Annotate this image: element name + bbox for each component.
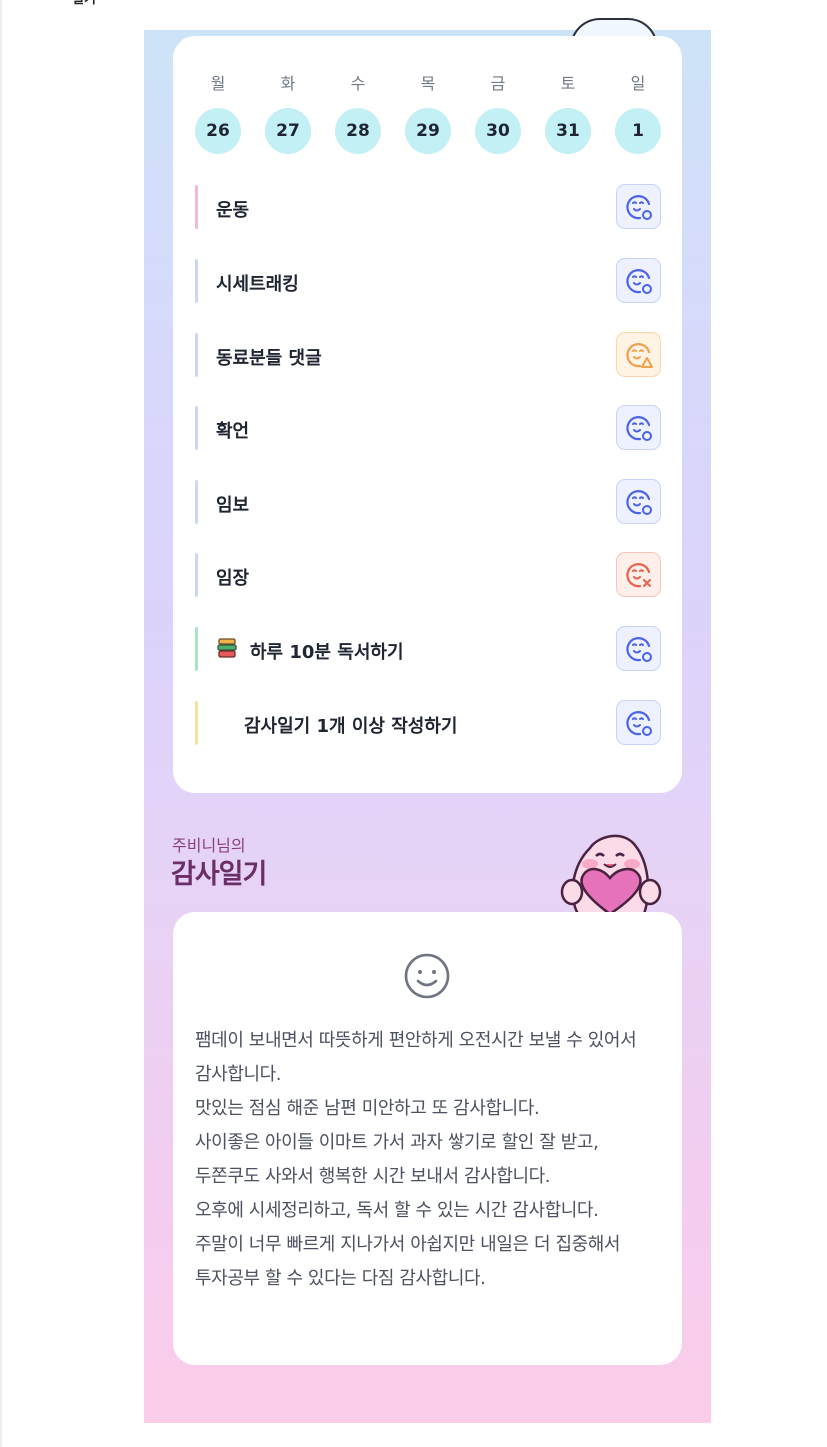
mascot-heart-illustration xyxy=(560,834,662,914)
habit-row[interactable]: 임보 xyxy=(195,478,661,526)
top-cut-text: 일기 xyxy=(72,0,112,7)
fail-icon xyxy=(624,560,654,590)
habit-status-button[interactable] xyxy=(616,552,661,597)
done-icon xyxy=(624,708,654,738)
habit-name: 하루 10분 독서하기 xyxy=(250,642,404,663)
done-icon xyxy=(624,634,654,664)
habit-color-bar xyxy=(195,406,198,450)
date-circle[interactable]: 30 xyxy=(475,108,521,154)
diary-body-text: 팸데이 보내면서 따뜻하게 편안하게 오전시간 보낼 수 있어서 감사합니다. … xyxy=(195,1030,637,1289)
date-circle[interactable]: 29 xyxy=(405,108,451,154)
date-circle[interactable]: 31 xyxy=(545,108,591,154)
habit-tracker-card: 월 26 화 27 수 28 목 29 금 30 토 31 일 1 운동시세트래킹동료분들 댓글확언임보임… xyxy=(173,36,682,793)
gratitude-diary-card: 팸데이 보내면서 따뜻하게 편안하게 오전시간 보낼 수 있어서 감사합니다. … xyxy=(173,912,682,1365)
habit-status-button[interactable] xyxy=(616,184,661,229)
habit-name: 동료분들 댓글 xyxy=(216,348,322,369)
done-icon xyxy=(624,192,654,222)
left-divider xyxy=(0,0,2,1447)
habit-name: 운동 xyxy=(216,200,250,221)
weekday-label: 화 xyxy=(280,74,296,93)
habit-row[interactable]: 확언 xyxy=(195,404,661,452)
date-circle[interactable]: 27 xyxy=(265,108,311,154)
habit-name: 확언 xyxy=(216,421,250,442)
habit-status-button[interactable] xyxy=(616,405,661,450)
habit-row[interactable]: 임장 xyxy=(195,551,661,599)
date-circle[interactable]: 26 xyxy=(195,108,241,154)
diary-title: 감사일기 xyxy=(171,859,267,890)
habit-status-button[interactable] xyxy=(616,626,661,671)
habit-row[interactable]: 동료분들 댓글 xyxy=(195,331,661,379)
habit-color-bar xyxy=(195,185,198,229)
habit-row[interactable]: 하루 10분 독서하기 xyxy=(195,625,661,673)
habit-color-bar xyxy=(195,259,198,303)
page: 일기 월 26 화 27 수 28 목 29 금 30 토 31 일 1 운동시세트래킹동료분들 댓글확언… xyxy=(0,0,827,1447)
habit-name: 시세트래킹 xyxy=(216,274,299,295)
habit-color-bar xyxy=(195,553,198,597)
habit-name: 임보 xyxy=(216,495,250,516)
done-icon xyxy=(624,487,654,517)
habit-color-bar xyxy=(195,701,198,745)
date-circle[interactable]: 1 xyxy=(615,108,661,154)
weekday-label: 금 xyxy=(490,74,506,93)
habit-color-bar xyxy=(195,480,198,524)
habit-status-button[interactable] xyxy=(616,479,661,524)
book-icon xyxy=(216,637,238,659)
habit-row[interactable]: 감사일기 1개 이상 작성하기 xyxy=(195,699,661,747)
habit-name: 감사일기 1개 이상 작성하기 xyxy=(244,716,458,737)
weekday-label: 일 xyxy=(630,74,646,93)
habit-row[interactable]: 시세트래킹 xyxy=(195,257,661,305)
habit-color-bar xyxy=(195,627,198,671)
date-circle[interactable]: 28 xyxy=(335,108,381,154)
weekday-label: 월 xyxy=(210,74,226,93)
smile-icon xyxy=(404,953,450,999)
warning-icon xyxy=(624,340,654,370)
weekday-label: 수 xyxy=(350,74,366,93)
done-icon xyxy=(624,266,654,296)
habit-status-button[interactable] xyxy=(616,332,661,377)
done-icon xyxy=(624,413,654,443)
habit-status-button[interactable] xyxy=(616,700,661,745)
habit-row[interactable]: 운동 xyxy=(195,183,661,231)
weekday-label: 토 xyxy=(560,74,576,93)
habit-status-button[interactable] xyxy=(616,258,661,303)
weekday-label: 목 xyxy=(420,74,436,93)
habit-name: 임장 xyxy=(216,568,250,589)
habit-color-bar xyxy=(195,333,198,377)
